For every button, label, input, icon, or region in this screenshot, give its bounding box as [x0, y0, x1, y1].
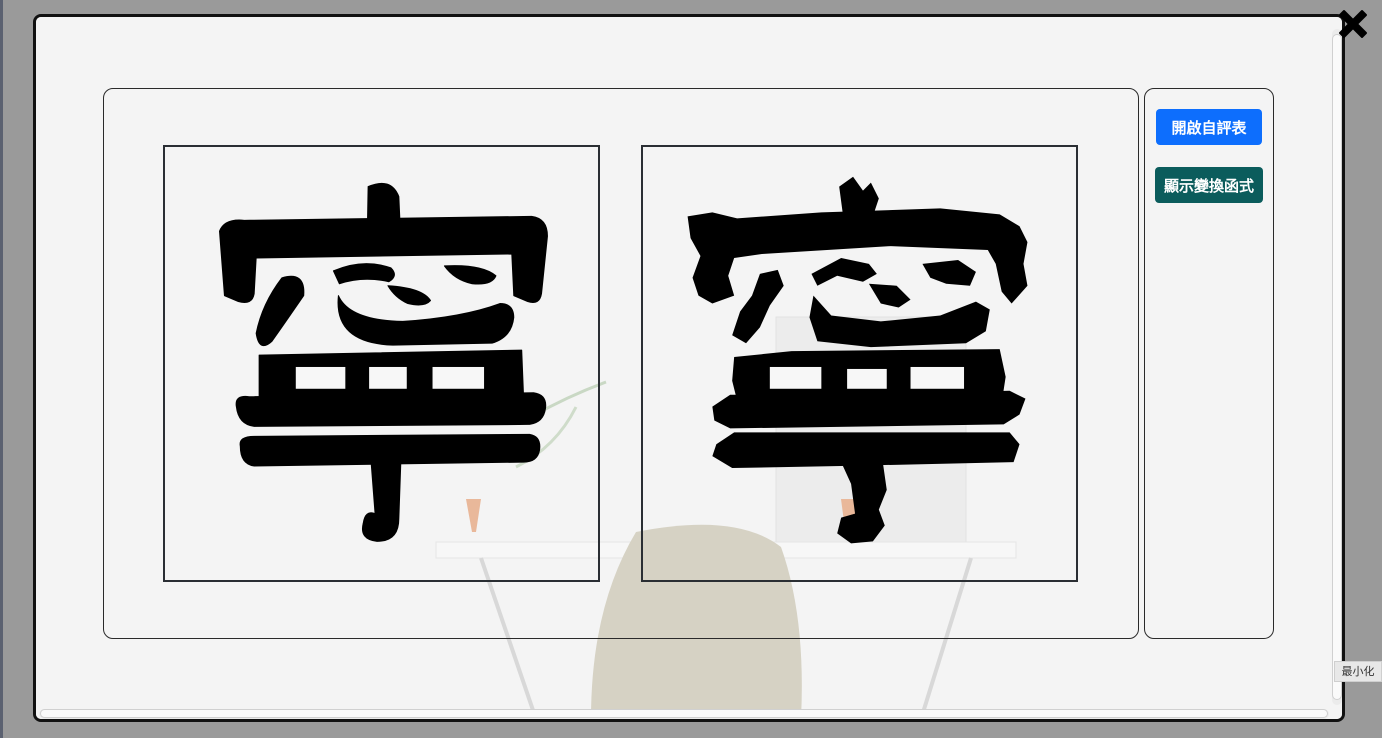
character-modal: 開啟自評表 顯示變換函式: [33, 14, 1345, 722]
open-self-evaluation-button[interactable]: 開啟自評表: [1156, 109, 1262, 145]
horizontal-scrollbar-thumb[interactable]: [41, 710, 1327, 717]
background-edge: [0, 0, 3, 738]
close-button[interactable]: [1333, 4, 1373, 44]
horizontal-scrollbar[interactable]: [39, 709, 1329, 719]
vertical-scrollbar-thumb[interactable]: [1333, 35, 1341, 699]
close-icon: [1339, 10, 1367, 38]
transformed-character-glyph: [687, 176, 1028, 544]
original-character-frame: [163, 145, 600, 582]
original-character-glyph: [219, 182, 548, 542]
transformed-character-frame: [641, 145, 1078, 582]
show-transform-function-button[interactable]: 顯示變換函式: [1155, 167, 1263, 203]
vertical-scrollbar[interactable]: [1332, 29, 1342, 705]
minimize-tooltip: 最小化: [1334, 661, 1382, 682]
character-comparison-panel: [103, 88, 1139, 639]
tools-sidebar: 開啟自評表 顯示變換函式: [1144, 88, 1274, 639]
